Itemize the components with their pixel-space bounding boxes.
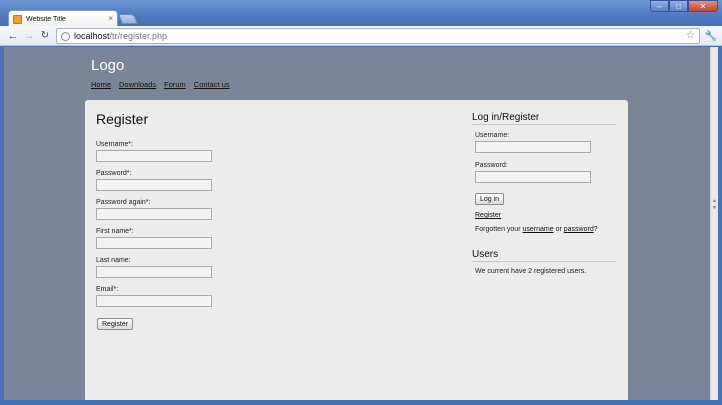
forgot-prefix: Forgotten your bbox=[475, 226, 521, 233]
password-again-field-group: Password again*: bbox=[96, 199, 212, 220]
reload-icon[interactable]: ↻ bbox=[38, 29, 52, 43]
first-name-field-group: First name*: bbox=[96, 228, 212, 249]
email-label: Email*: bbox=[96, 286, 119, 293]
window-controls: – □ ✕ bbox=[650, 0, 718, 12]
email-input[interactable] bbox=[96, 295, 212, 307]
users-title: Users bbox=[472, 249, 616, 262]
register-link[interactable]: Register bbox=[475, 212, 501, 219]
forgot-username-link[interactable]: username bbox=[522, 226, 553, 233]
username-label: Username*: bbox=[96, 141, 133, 148]
close-window-button[interactable]: ✕ bbox=[688, 0, 718, 12]
content-panel: Register Username*: Password*: Password … bbox=[85, 100, 628, 400]
login-username-group: Username: bbox=[475, 132, 591, 153]
password-input[interactable] bbox=[96, 179, 212, 191]
favicon-icon bbox=[13, 14, 22, 24]
first-name-label: First name*: bbox=[96, 228, 134, 235]
maximize-button[interactable]: □ bbox=[669, 0, 688, 12]
email-field-group: Email*: bbox=[96, 286, 212, 307]
vertical-scrollbar[interactable]: ▲ ▼ bbox=[710, 47, 718, 400]
nav-link-home[interactable]: Home bbox=[91, 80, 111, 89]
login-sidebar: Log in/Register Username: Password: Log … bbox=[461, 100, 628, 400]
scroll-up-icon[interactable]: ▲ bbox=[712, 198, 717, 204]
browser-tab[interactable]: Website Title × bbox=[8, 10, 118, 27]
password-label: Password*: bbox=[96, 170, 132, 177]
new-tab-button[interactable] bbox=[118, 14, 138, 24]
tab-close-icon[interactable]: × bbox=[108, 15, 113, 23]
globe-icon bbox=[61, 31, 70, 41]
tab-title: Website Title bbox=[26, 15, 66, 23]
star-icon[interactable]: ☆ bbox=[686, 30, 695, 41]
login-password-input[interactable] bbox=[475, 171, 591, 183]
site-nav: Home Downloads Forum Contact us bbox=[91, 80, 230, 89]
last-name-input[interactable] bbox=[96, 266, 212, 278]
title-bar: Website Title × – □ ✕ bbox=[0, 0, 722, 27]
url-path: /tr/register.php bbox=[109, 31, 168, 41]
minimize-button[interactable]: – bbox=[650, 0, 669, 12]
forward-icon[interactable]: → bbox=[22, 29, 36, 43]
register-submit-button[interactable]: Register bbox=[97, 318, 134, 330]
page-viewport: Logo Home Downloads Forum Contact us Reg… bbox=[4, 47, 710, 400]
login-username-input[interactable] bbox=[475, 141, 591, 153]
last-name-field-group: Last name: bbox=[96, 257, 212, 278]
forgot-text: Forgotten your username or password? bbox=[475, 226, 598, 233]
login-button[interactable]: Log in bbox=[475, 193, 505, 205]
last-name-label: Last name: bbox=[96, 257, 131, 264]
login-password-group: Password: bbox=[475, 162, 591, 183]
forgot-or: or bbox=[555, 226, 562, 233]
password-field-group: Password*: bbox=[96, 170, 212, 191]
url-host: localhost bbox=[74, 31, 110, 41]
nav-link-contact[interactable]: Contact us bbox=[194, 80, 230, 89]
forgot-suffix: ? bbox=[593, 226, 598, 233]
address-bar[interactable]: localhost /tr/register.php ☆ bbox=[56, 28, 700, 44]
login-title: Log in/Register bbox=[472, 112, 616, 125]
site-logo: Logo bbox=[91, 57, 125, 74]
browser-toolbar: ← → ↻ localhost /tr/register.php ☆ 🔧 bbox=[0, 26, 722, 46]
forgot-password-link[interactable]: password bbox=[564, 226, 594, 233]
login-username-label: Username: bbox=[475, 132, 510, 139]
nav-link-forum[interactable]: Forum bbox=[164, 80, 186, 89]
scroll-down-icon[interactable]: ▼ bbox=[712, 205, 717, 211]
login-password-label: Password: bbox=[475, 162, 508, 169]
first-name-input[interactable] bbox=[96, 237, 212, 249]
register-title: Register bbox=[96, 111, 149, 127]
nav-link-downloads[interactable]: Downloads bbox=[119, 80, 156, 89]
wrench-icon[interactable]: 🔧 bbox=[704, 29, 718, 43]
username-input[interactable] bbox=[96, 150, 212, 162]
back-icon[interactable]: ← bbox=[6, 29, 20, 43]
username-field-group: Username*: bbox=[96, 141, 212, 162]
users-count-text: We current have 2 registered users. bbox=[475, 268, 587, 275]
window-frame-bottom bbox=[0, 400, 722, 405]
password-again-label: Password again*: bbox=[96, 199, 151, 206]
password-again-input[interactable] bbox=[96, 208, 212, 220]
